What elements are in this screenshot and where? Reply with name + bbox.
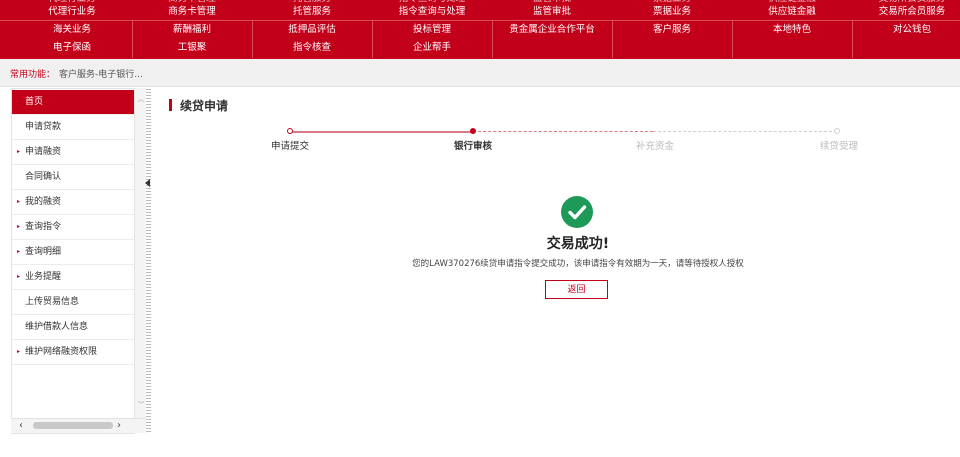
step-label-accept: 续贷受理 — [820, 141, 859, 152]
nav-item[interactable]: 抵押品评估 — [252, 21, 372, 39]
nav-item[interactable]: 指令核查 — [252, 39, 372, 57]
nav-item[interactable]: 供应链金融 — [732, 3, 852, 21]
nav-item[interactable]: 薪酬福利 — [132, 21, 252, 39]
success-message: 交易成功! — [546, 236, 610, 252]
top-navigation: 代理行业务 商务卡管理 托管服务 指令查询与处理 监管审批 票据业务 供应链金融… — [0, 0, 960, 59]
sidebar-item-label: 首页 — [25, 97, 44, 107]
success-detail: 您的LAW370276续贷申请指令提交成功，该申请指令有效期为一天，请等待授权人… — [412, 259, 744, 269]
nav-item[interactable]: 海关业务 — [12, 21, 132, 39]
collapse-sidebar-icon[interactable] — [145, 179, 150, 187]
breadcrumb: 常用功能： 客户服务-电子银行... — [0, 59, 960, 87]
sidebar-item-query-instruction[interactable]: ▸ 查询指令 — [12, 215, 135, 240]
nav-item[interactable]: 商务卡管理 — [132, 3, 252, 21]
title-accent — [169, 99, 172, 111]
nav-row: 电子保函 工银聚 指令核查 企业帮手 — [0, 39, 960, 57]
sidebar-item-label: 我的融资 — [25, 197, 62, 207]
sidebar-item-label: 查询指令 — [25, 222, 62, 232]
step-label-review: 银行审核 — [454, 141, 493, 152]
sidebar-item-label: 合同确认 — [25, 172, 62, 182]
nav-item[interactable]: 对公钱包 — [852, 21, 960, 39]
sidebar-item-label: 上传贸易信息 — [25, 297, 80, 307]
step-label-submit: 申请提交 — [271, 141, 310, 152]
sidebar-item-network-financing[interactable]: ▸ 维护网络融资权限 — [12, 340, 135, 365]
sidebar-item-upload-trade[interactable]: 上传贸易信息 — [12, 290, 135, 315]
nav-item[interactable]: 本地特色 — [732, 21, 852, 39]
step-connector-done — [290, 131, 473, 133]
nav-item[interactable]: 投标管理 — [372, 21, 492, 39]
nav-item[interactable]: 票据业务 — [612, 3, 732, 21]
sidebar-item-label: 维护借款人信息 — [25, 322, 89, 332]
sidebar-item-home[interactable]: 首页 — [12, 90, 135, 115]
sidebar-item-business-reminder[interactable]: ▸ 业务提醒 — [12, 265, 135, 290]
sidebar-item-apply-loan[interactable]: 申请贷款 — [12, 115, 135, 140]
page-title: 续贷申请 — [180, 99, 229, 113]
nav-item[interactable]: 指令查询与处理 — [372, 3, 492, 21]
sidebar-item-label: 查询明细 — [25, 247, 62, 257]
nav-item[interactable]: 企业帮手 — [372, 39, 492, 57]
sidebar-item-label: 维护网络融资权限 — [25, 347, 98, 357]
step-label-funds: 补充资金 — [636, 141, 675, 152]
caret-right-icon: ▸ — [17, 223, 21, 230]
sidebar-item-query-details[interactable]: ▸ 查询明细 — [12, 240, 135, 265]
sidebar-item-apply-financing[interactable]: ▸ 申请融资 — [12, 140, 135, 165]
nav-item[interactable]: 电子保函 — [12, 39, 132, 57]
sidebar-item-label: 申请融资 — [25, 147, 62, 157]
step-connector-pending — [653, 131, 837, 132]
sidebar-splitter[interactable] — [146, 88, 151, 432]
caret-right-icon: ▸ — [17, 198, 21, 205]
sidebar-item-label: 申请贷款 — [25, 122, 62, 132]
nav-item[interactable]: 监管审批 — [492, 3, 612, 21]
sidebar-horizontal-scrollbar[interactable]: ‹ › — [11, 418, 146, 433]
chevron-right-icon[interactable]: › — [117, 419, 121, 433]
caret-right-icon: ▸ — [17, 248, 21, 255]
step-dot-done — [287, 128, 293, 134]
caret-right-icon: ▸ — [17, 148, 21, 155]
sidebar-item-my-financing[interactable]: ▸ 我的融资 — [12, 190, 135, 215]
nav-item[interactable]: 代理行业务 — [12, 3, 132, 21]
sidebar-item-borrower-info[interactable]: 维护借款人信息 — [12, 315, 135, 340]
nav-item[interactable]: 贵金属企业合作平台 — [492, 21, 612, 39]
nav-item[interactable]: 客户服务 — [612, 21, 732, 39]
breadcrumb-link[interactable]: 客户服务-电子银行... — [59, 67, 143, 80]
nav-row: 海关业务 薪酬福利 抵押品评估 投标管理 贵金属企业合作平台 客户服务 本地特色… — [0, 21, 960, 39]
success-check-icon — [561, 196, 593, 228]
sidebar: 首页 申请贷款 ▸ 申请融资 合同确认 ▸ 我的融资 ▸ 查询指令 ▸ 查询明细… — [11, 88, 135, 434]
nav-item[interactable]: 交易所会员服务 — [852, 3, 960, 21]
step-connector-pending — [473, 131, 653, 132]
step-dot-pending — [834, 128, 840, 134]
scrollbar-thumb[interactable] — [33, 422, 113, 429]
nav-row: 代理行业务 商务卡管理 托管服务 指令查询与处理 监管审批 票据业务 供应链金融… — [0, 3, 960, 21]
sidebar-item-contract-confirm[interactable]: 合同确认 — [12, 165, 135, 190]
breadcrumb-label: 常用功能： — [10, 70, 56, 80]
caret-right-icon: ▸ — [17, 348, 21, 355]
step-dot-current — [470, 128, 476, 134]
chevron-left-icon[interactable]: ‹ — [19, 419, 23, 433]
sidebar-item-label: 业务提醒 — [25, 272, 62, 282]
caret-right-icon: ▸ — [17, 273, 21, 280]
nav-item[interactable]: 工银聚 — [132, 39, 252, 57]
nav-item[interactable]: 托管服务 — [252, 3, 372, 21]
back-button[interactable]: 返回 — [545, 280, 608, 299]
